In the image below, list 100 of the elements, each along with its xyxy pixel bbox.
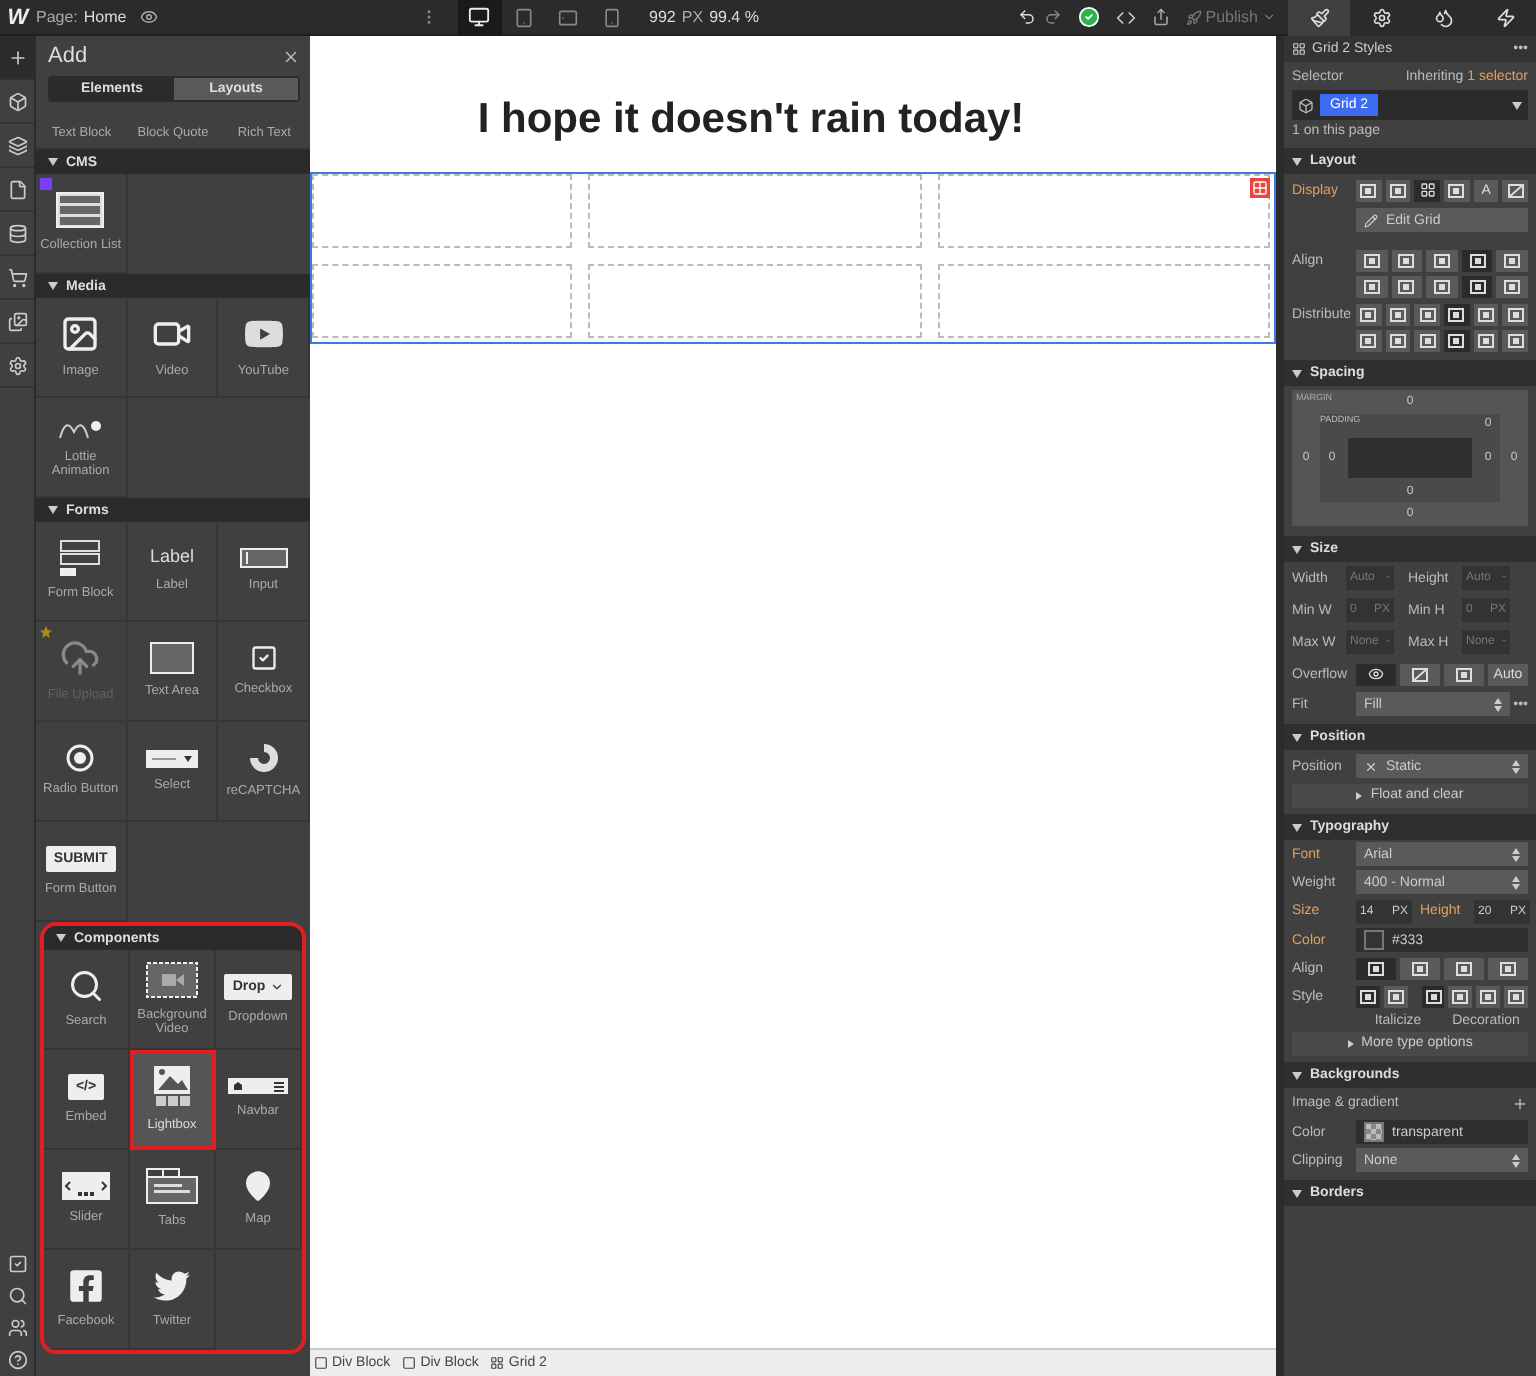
grid-icon [1292,42,1306,56]
check-icon[interactable] [1077,6,1100,28]
align-option[interactable] [1426,276,1458,298]
align-option[interactable] [1356,249,1388,271]
distribute-option[interactable] [1356,330,1382,352]
distribute-option[interactable] [1385,330,1411,352]
undo-icon[interactable] [1017,8,1036,26]
expand-icon [1347,1039,1354,1047]
italic-option[interactable] [1383,985,1408,1007]
text-align-option[interactable] [1488,957,1528,979]
distribute-option[interactable] [1444,330,1470,352]
select-icon [145,749,198,768]
text-align-option[interactable] [1444,957,1484,979]
caret-icon [48,158,58,166]
distribute-option[interactable] [1444,303,1470,325]
unit-label: PX [681,8,704,26]
grid-block[interactable] [310,172,1276,344]
align-option[interactable] [1496,249,1528,271]
caret-icon [56,934,66,942]
distribute-option[interactable] [1473,330,1499,352]
distribute-option[interactable] [1356,303,1382,325]
align-option[interactable] [1496,276,1528,298]
grid-icon [1419,182,1436,198]
display-option[interactable] [1356,179,1382,201]
phone-icon [601,7,622,27]
redo-icon[interactable] [1043,8,1062,26]
text-align-option[interactable] [1400,957,1440,979]
distribute-option[interactable] [1502,303,1529,325]
facebook-icon [68,1268,104,1305]
caret-icon [1292,823,1302,831]
help-icon [7,1350,27,1370]
display-option[interactable] [1414,179,1441,201]
cms-badge-icon [40,178,52,190]
cloud-upload-icon [60,638,101,679]
image-icon [60,314,101,355]
caret-icon [1512,101,1522,109]
distribute-option[interactable] [1414,330,1441,352]
align-option[interactable] [1391,276,1423,298]
close-icon[interactable] [282,47,300,65]
transparent-swatch [1364,1122,1384,1142]
align-option[interactable] [1391,249,1423,271]
device-button[interactable] [457,0,502,35]
add-icon[interactable] [1512,1095,1528,1111]
stepper-icon [1512,875,1520,889]
decoration-option[interactable] [1448,985,1473,1007]
italic-option[interactable] [1356,985,1380,1007]
people-icon [7,1318,27,1338]
align-option[interactable] [1356,276,1388,298]
distribute-option[interactable] [1502,330,1529,352]
align-option[interactable] [1461,249,1493,271]
align-option[interactable] [1426,249,1458,271]
code-icon[interactable] [1115,7,1136,27]
cube-icon [7,91,27,111]
lottie-icon [58,415,103,440]
distribute-option[interactable] [1473,303,1499,325]
distribute-option[interactable] [1414,303,1441,325]
overflow-option[interactable] [1356,663,1396,685]
decoration-option[interactable] [1504,985,1528,1007]
recaptcha-icon [247,742,280,775]
panel-tab[interactable] [1288,0,1350,35]
align-option[interactable] [1461,276,1493,298]
hidden-icon [1412,667,1428,681]
publish-button[interactable]: Publish [1185,8,1276,26]
preview-icon[interactable] [140,8,159,26]
caret-icon [1292,545,1302,553]
stepper-icon [1512,759,1520,773]
tablet-icon [557,7,578,27]
zoom-level: 99.4 % [709,8,759,26]
export-icon[interactable] [1151,8,1170,26]
expand-icon [1356,791,1363,799]
display-option[interactable] [1385,179,1411,201]
display-option[interactable] [1502,179,1529,201]
database-icon [7,223,27,243]
decoration-option[interactable] [1421,985,1445,1007]
overflow-option[interactable] [1444,663,1484,685]
stepper-icon [1512,847,1520,861]
caret-icon [48,506,58,514]
hidden-icon [1507,183,1524,197]
text-align-option[interactable] [1356,957,1396,979]
input-field-icon [239,548,288,569]
eye-icon [1368,666,1384,682]
label-text: Label [149,548,194,569]
square-icon [402,1356,417,1370]
search-icon [68,968,104,1005]
decoration-option[interactable] [1476,985,1501,1007]
stepper-icon [1512,1153,1520,1167]
star-icon [40,626,52,638]
checkbox-icon [249,644,278,673]
list-icon [56,192,105,229]
layers-icon [7,135,27,155]
navbar-icon [228,1078,288,1095]
display-option[interactable] [1444,179,1470,201]
drops-icon [1433,7,1453,27]
grid-badge-icon[interactable] [1250,178,1270,198]
logo[interactable]: W [0,5,36,29]
overflow-option[interactable] [1400,663,1440,685]
radio-icon [66,744,95,773]
add-icon [7,47,27,67]
page-icon [7,179,27,199]
distribute-option[interactable] [1385,303,1411,325]
